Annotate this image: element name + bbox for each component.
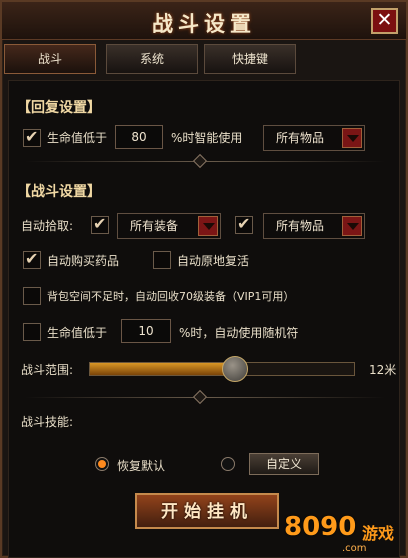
- diamond-ornament-icon: [192, 153, 208, 169]
- logo-number: 8090: [284, 512, 357, 542]
- range-label: 战斗范围:: [21, 363, 74, 377]
- autopick-items-select[interactable]: 所有物品: [263, 213, 365, 239]
- range-slider[interactable]: [89, 356, 355, 382]
- close-button[interactable]: ✕: [371, 8, 398, 34]
- hp-random-checkbox[interactable]: [23, 323, 41, 341]
- recovery-item-select-value: 所有物品: [276, 131, 325, 145]
- chevron-down-icon[interactable]: [342, 216, 362, 236]
- tab-combat[interactable]: 战斗: [4, 44, 96, 74]
- site-logo: 8090 游戏 .com: [284, 512, 408, 558]
- settings-panel: 【回复设置】 生命值低于 80 %时智能使用 所有物品 【战斗设置】 自动拾取:…: [8, 80, 400, 558]
- hp-random-label: 生命值低于: [47, 326, 108, 340]
- auto-buy-potion-label: 自动购买药品: [47, 254, 120, 268]
- combat-section-title: 【战斗设置】: [17, 184, 101, 200]
- diamond-ornament-icon: [192, 389, 208, 405]
- tab-system[interactable]: 系统: [106, 44, 198, 74]
- tab-bar: 战斗 系统 快捷键: [2, 42, 406, 76]
- custom-radio[interactable]: [221, 457, 235, 471]
- autopick-label: 自动拾取:: [21, 219, 74, 233]
- tab-hotkeys[interactable]: 快捷键: [204, 44, 296, 74]
- auto-revive-label: 自动原地复活: [177, 254, 250, 268]
- hp-random-input[interactable]: 10: [121, 319, 171, 343]
- range-value: 12米: [369, 363, 397, 377]
- recovery-item-select[interactable]: 所有物品: [263, 125, 365, 151]
- logo-domain: .com: [342, 543, 367, 554]
- chevron-down-icon[interactable]: [342, 128, 362, 148]
- hp-recovery-checkbox[interactable]: [23, 127, 41, 147]
- taiji-slider-knob-icon[interactable]: [222, 356, 249, 382]
- custom-button[interactable]: 自定义: [249, 453, 319, 475]
- combat-skills-label: 战斗技能:: [21, 415, 74, 429]
- autopick-equipment-checkbox[interactable]: [91, 214, 109, 234]
- chevron-down-icon[interactable]: [198, 216, 218, 236]
- auto-revive-checkbox[interactable]: [153, 251, 171, 269]
- auto-recycle-checkbox[interactable]: [23, 287, 41, 305]
- auto-buy-potion-checkbox[interactable]: [23, 249, 41, 269]
- window-title: 战斗设置: [152, 12, 256, 36]
- hp-recovery-label: 生命值低于: [47, 131, 108, 145]
- recovery-section-title: 【回复设置】: [17, 100, 101, 116]
- auto-recycle-label: 背包空间不足时，自动回收70级装备（VIP1可用）: [47, 290, 295, 303]
- hp-recovery-input[interactable]: 80: [115, 125, 163, 149]
- hp-recovery-suffix: %时智能使用: [171, 131, 243, 145]
- autopick-items-select-value: 所有物品: [276, 219, 325, 233]
- settings-window: 战斗设置 ✕ 战斗 系统 快捷键 【回复设置】 生命值低于 80 %时智能使用 …: [0, 0, 408, 558]
- restore-default-label: 恢复默认: [117, 459, 166, 473]
- restore-default-radio[interactable]: [95, 457, 109, 471]
- title-bar[interactable]: 战斗设置 ✕: [2, 2, 406, 40]
- range-slider-fill: [90, 363, 236, 375]
- logo-text: 游戏: [362, 524, 395, 543]
- autopick-equipment-select[interactable]: 所有装备: [117, 213, 221, 239]
- hp-random-suffix: %时，自动使用随机符: [179, 326, 299, 340]
- autopick-equipment-select-value: 所有装备: [130, 219, 179, 233]
- start-afk-button[interactable]: 开始挂机: [135, 493, 279, 529]
- autopick-items-checkbox[interactable]: [235, 214, 253, 234]
